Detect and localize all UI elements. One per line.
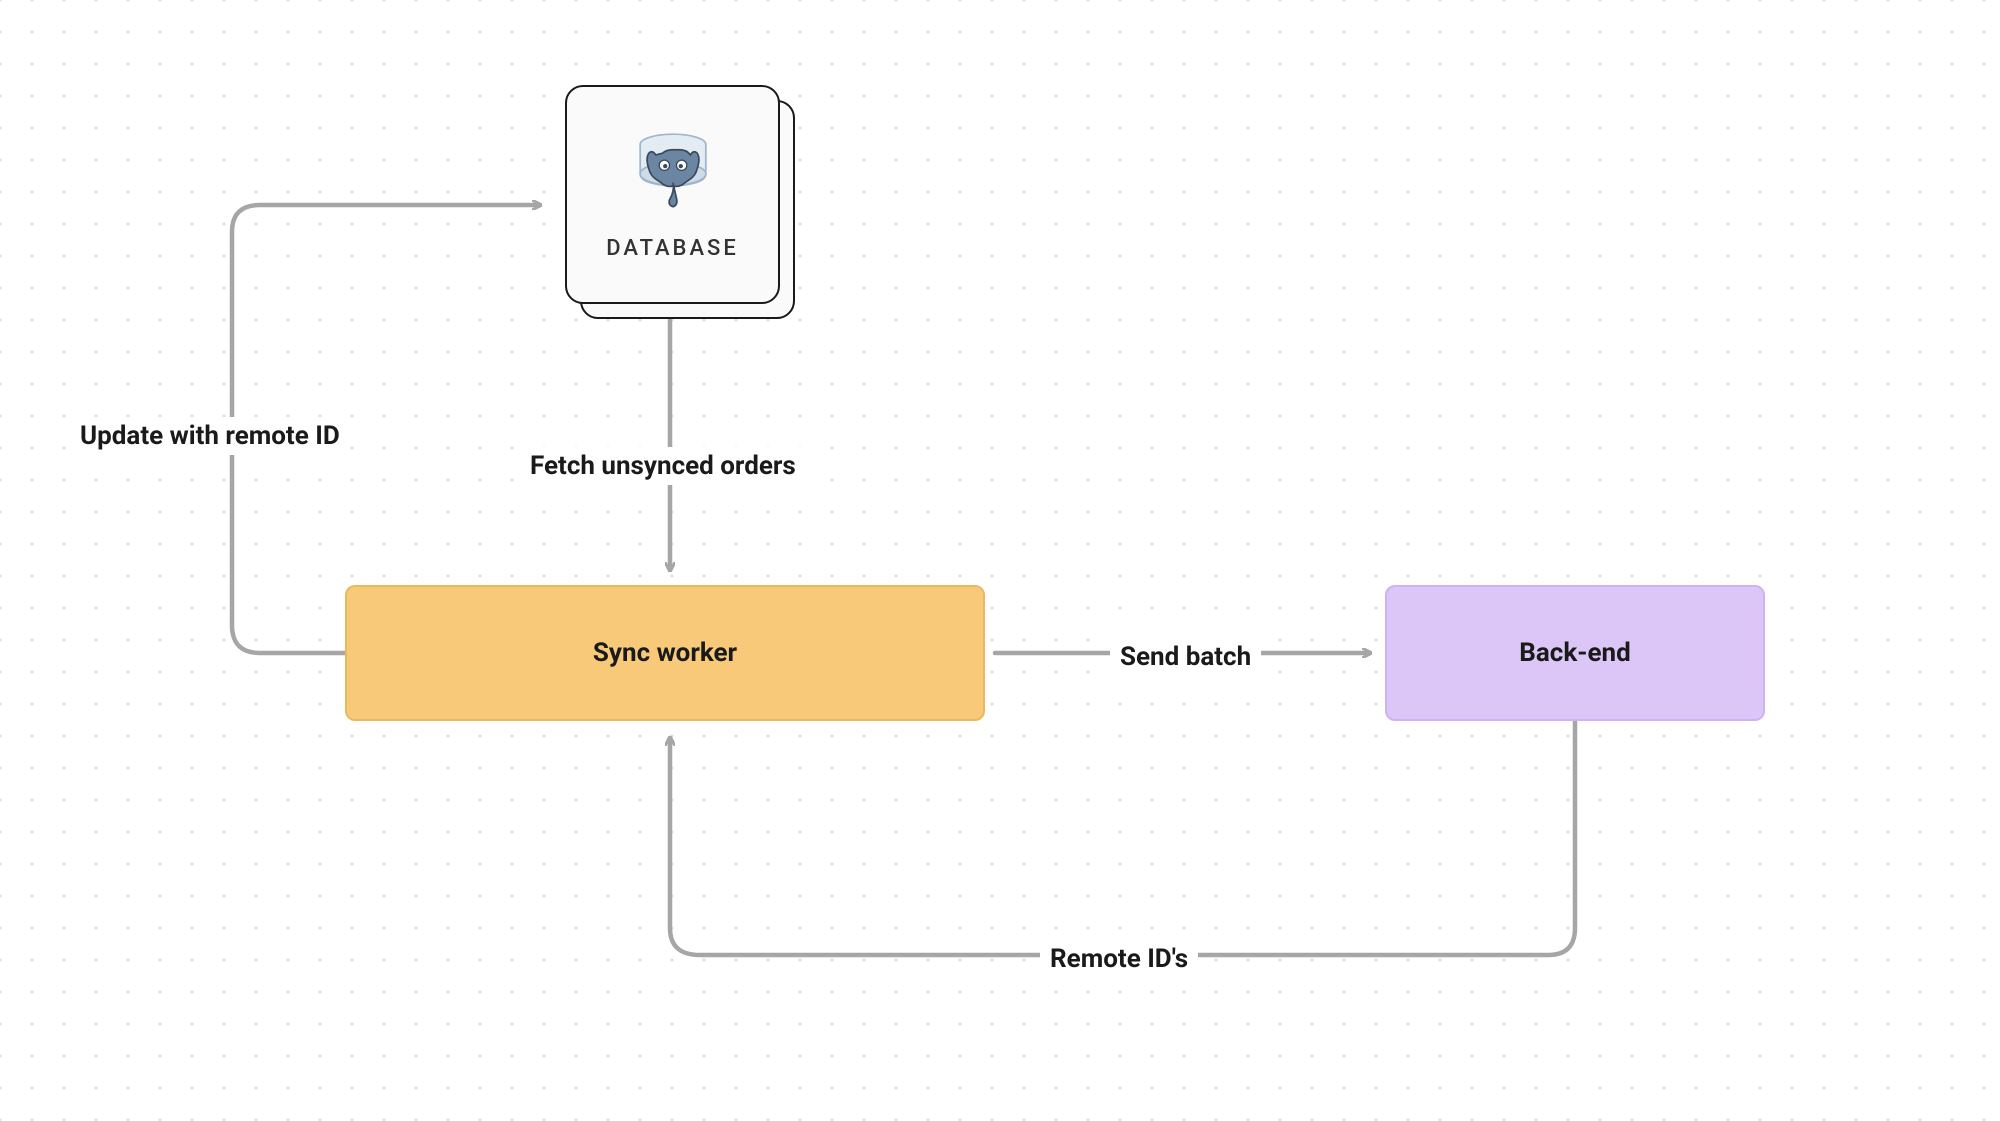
backend-node: Back-end: [1385, 585, 1765, 721]
edge-label-remote-ids: Remote ID's: [1040, 940, 1198, 978]
sync-worker-label: Sync worker: [593, 638, 737, 668]
diagram-canvas: DATABASE Sync worker Back-end Update wit…: [0, 0, 2000, 1121]
database-node: DATABASE: [565, 85, 795, 320]
postgresql-icon: [628, 129, 718, 224]
arrow-remote-ids: [670, 721, 1575, 955]
sync-worker-node: Sync worker: [345, 585, 985, 721]
arrows-layer: [0, 0, 2000, 1121]
edge-label-send-batch: Send batch: [1110, 638, 1261, 676]
database-label: DATABASE: [606, 236, 739, 261]
database-card-front: DATABASE: [565, 85, 780, 304]
backend-label: Back-end: [1519, 638, 1630, 668]
edge-label-update-remote-id: Update with remote ID: [70, 417, 350, 455]
edge-label-fetch-unsynced: Fetch unsynced orders: [520, 447, 806, 485]
